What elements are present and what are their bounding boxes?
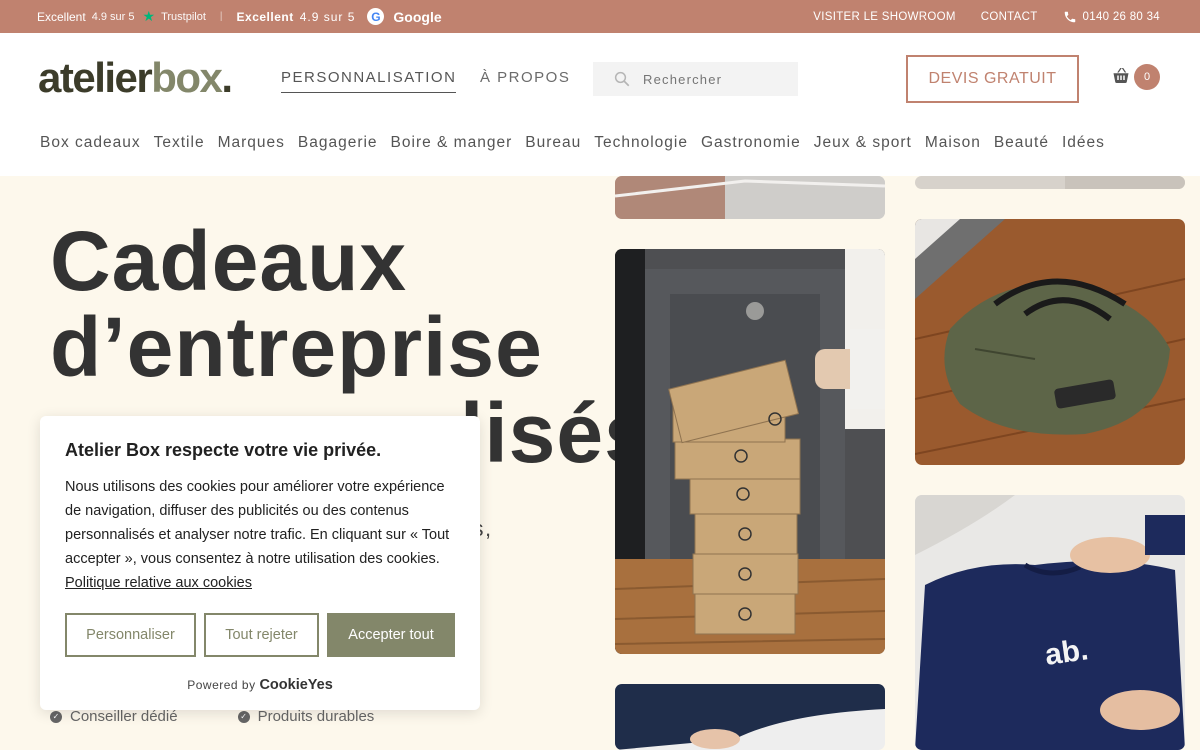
showroom-link[interactable]: VISITER LE SHOWROOM: [813, 11, 955, 23]
check-icon: ✓: [237, 710, 250, 723]
svg-text:ab.: ab.: [1043, 633, 1091, 672]
category-textile[interactable]: Textile: [154, 134, 205, 152]
logo-text-b: box: [151, 54, 223, 101]
logo[interactable]: atelierbox.: [38, 54, 233, 101]
photo-top-right: [915, 176, 1185, 189]
feature-label: Conseiller dédié: [70, 708, 178, 725]
category-beaute[interactable]: Beauté: [994, 134, 1049, 152]
product-photo-top: [615, 176, 885, 219]
nav-a-propos[interactable]: À PROPOS: [480, 69, 570, 86]
phone-number: 0140 26 80 34: [1082, 10, 1160, 23]
category-jeux-sport[interactable]: Jeux & sport: [814, 134, 912, 152]
hero-title-line-2: d’entreprise: [50, 300, 543, 394]
ratings: Excellent 4.9 sur 5 ★ Trustpilot | Excel…: [37, 0, 442, 33]
contact-link[interactable]: CONTACT: [981, 11, 1038, 23]
customize-button[interactable]: Personnaliser: [65, 613, 196, 657]
logo-dot: .: [221, 54, 233, 101]
cookie-body-text: Nous utilisons des cookies pour améliore…: [65, 479, 450, 567]
google-brand[interactable]: Google: [393, 9, 441, 25]
basket-icon[interactable]: [1112, 67, 1130, 84]
site-header: atelierbox. PERSONNALISATION À PROPOS DE…: [0, 33, 1200, 176]
devis-gratuit-button[interactable]: DEVIS GRATUIT: [906, 55, 1079, 103]
reject-all-button[interactable]: Tout rejeter: [204, 613, 319, 657]
accept-all-button[interactable]: Accepter tout: [327, 613, 455, 657]
phone-link[interactable]: 0140 26 80 34: [1063, 10, 1160, 24]
trustpilot-brand[interactable]: Trustpilot: [161, 11, 206, 23]
feature-list: ✓ Conseiller dédié ✓ Produits durables: [50, 708, 374, 725]
top-links: VISITER LE SHOWROOM CONTACT 0140 26 80 3…: [813, 0, 1160, 33]
category-maison[interactable]: Maison: [925, 134, 981, 152]
travel-bag-photo: [915, 219, 1185, 465]
category-technologie[interactable]: Technologie: [594, 134, 688, 152]
category-bagagerie[interactable]: Bagagerie: [298, 134, 378, 152]
trustpilot-star-icon: ★: [142, 8, 156, 24]
trustpilot-score: 4.9 sur 5: [91, 10, 135, 23]
category-gastronomie[interactable]: Gastronomie: [701, 134, 801, 152]
sweatshirt-photo: ab.: [915, 495, 1185, 750]
search-icon[interactable]: [613, 70, 631, 88]
category-bureau[interactable]: Bureau: [525, 134, 581, 152]
feature-label: Produits durables: [257, 708, 375, 725]
check-icon: ✓: [50, 710, 62, 723]
cookie-buttons: Personnaliser Tout rejeter Accepter tout: [65, 613, 455, 657]
cookie-title: Atelier Box respecte votre vie privée.: [65, 440, 382, 460]
search-box[interactable]: [593, 62, 798, 96]
nav-personnalisation[interactable]: PERSONNALISATION: [281, 69, 457, 93]
category-box-cadeaux[interactable]: Box cadeaux: [40, 134, 141, 152]
feature-item: ✓ Produits durables: [237, 708, 375, 725]
google-score: 4.9 sur 5: [299, 9, 356, 24]
boxes-delivery-photo: [615, 249, 885, 654]
powered-by-label: Powered by: [187, 678, 256, 692]
cart-count-badge[interactable]: 0: [1134, 64, 1160, 90]
cookieyes-logo[interactable]: CookieYes: [259, 677, 332, 693]
category-nav: Box cadeaux Textile Marques Bagagerie Bo…: [40, 134, 1105, 152]
google-label: Excellent: [236, 9, 294, 24]
cookie-body: Nous utilisons des cookies pour améliore…: [65, 475, 455, 595]
google-g-icon: G: [367, 8, 385, 25]
top-bar: Excellent 4.9 sur 5 ★ Trustpilot | Excel…: [0, 0, 1200, 33]
cookie-policy-link[interactable]: Politique relative aux cookies: [65, 575, 252, 591]
logo-text-a: atelier: [38, 54, 153, 101]
phone-icon: [1064, 11, 1075, 22]
cookie-consent-banner: Atelier Box respecte votre vie privée. N…: [40, 416, 480, 710]
divider: |: [219, 11, 223, 22]
hero-title-line-1: Cadeaux: [50, 214, 408, 308]
category-boire-manger[interactable]: Boire & manger: [391, 134, 513, 152]
hands-photo: [615, 684, 885, 750]
trustpilot-label: Excellent: [37, 9, 86, 24]
search-input[interactable]: [643, 71, 783, 87]
powered-by: Powered by CookieYes: [40, 677, 480, 693]
feature-item: ✓ Conseiller dédié: [50, 708, 178, 725]
category-marques[interactable]: Marques: [218, 134, 285, 152]
category-idees[interactable]: Idées: [1062, 134, 1105, 152]
